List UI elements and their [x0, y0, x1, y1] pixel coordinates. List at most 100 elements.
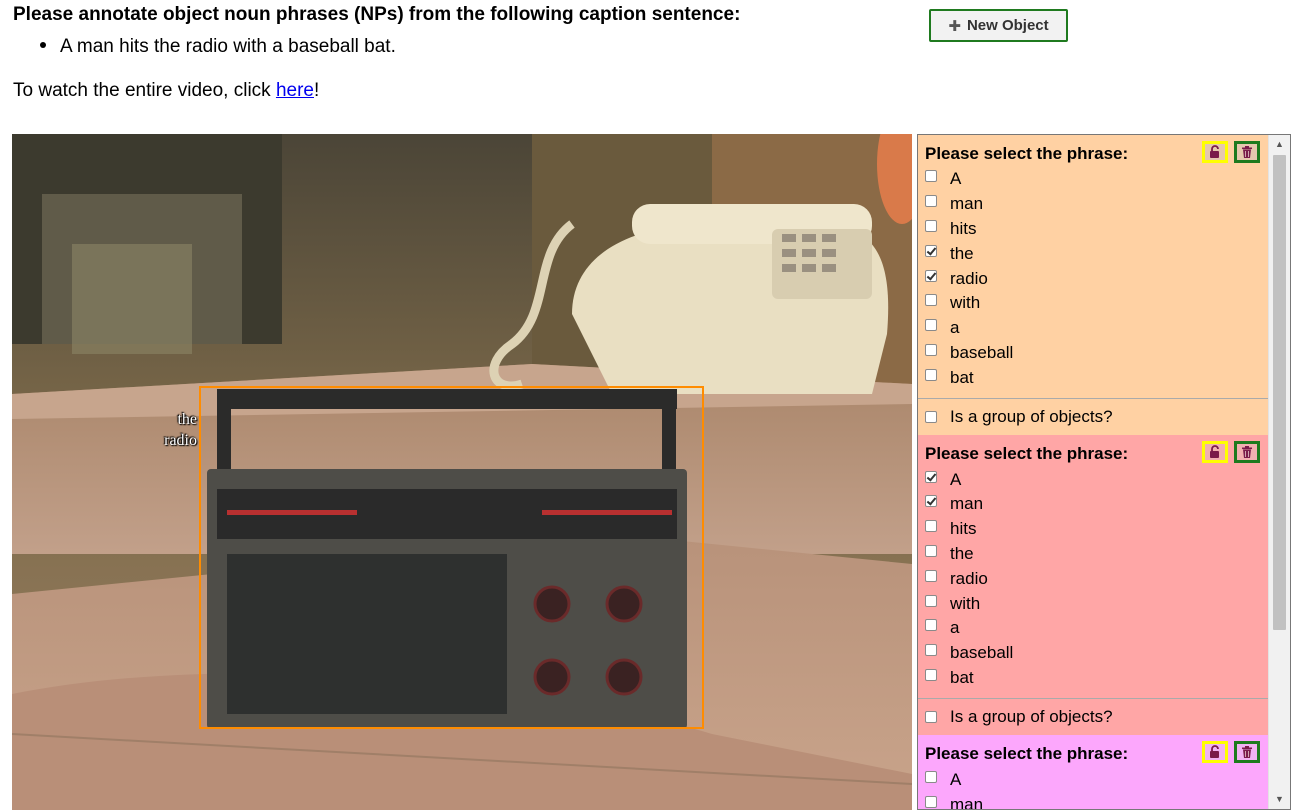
word-label: A [950, 469, 962, 489]
word-label: the [950, 543, 974, 563]
word-checkbox[interactable] [925, 195, 937, 208]
word-option[interactable]: with [925, 591, 1268, 616]
word-label: radio [950, 268, 988, 288]
word-checkbox[interactable] [925, 644, 937, 657]
watch-prefix: To watch the entire video, click [13, 80, 276, 101]
panel-scrollbar[interactable]: ▲ ▼ [1268, 135, 1290, 809]
word-option[interactable]: bat [925, 365, 1268, 390]
watch-video-text: To watch the entire video, click here! [13, 80, 319, 102]
word-checkbox[interactable] [925, 219, 937, 232]
word-option[interactable]: baseball [925, 341, 1268, 366]
scroll-down-arrow-icon[interactable]: ▼ [1269, 791, 1290, 808]
unlock-button[interactable] [1202, 141, 1228, 163]
word-checkbox[interactable] [925, 170, 937, 183]
word-option[interactable]: the [925, 241, 1268, 266]
unlock-button[interactable] [1202, 441, 1228, 464]
word-label: a [950, 618, 960, 638]
word-option[interactable]: radio [925, 266, 1268, 291]
object-annotation: Please select the phrase: [918, 435, 1268, 700]
bbox-label-line1: the [177, 411, 197, 428]
phrase-prompt: Please select the phrase: [925, 744, 1129, 764]
word-option[interactable]: man [925, 492, 1268, 517]
word-option[interactable]: A [925, 467, 1268, 492]
trash-icon [1242, 746, 1252, 759]
word-checkbox[interactable] [925, 319, 937, 332]
instruction-title: Please annotate object noun phrases (NPs… [13, 4, 741, 25]
unlock-icon [1210, 745, 1219, 759]
group-label: Is a group of objects? [950, 707, 1113, 727]
word-option[interactable]: man [925, 792, 1268, 810]
word-checkbox[interactable] [925, 544, 937, 557]
word-label: A [950, 769, 962, 789]
new-object-button[interactable]: ✚ New Object [929, 9, 1068, 42]
word-label: baseball [950, 643, 1014, 663]
word-option[interactable]: a [925, 316, 1268, 341]
word-label: hits [950, 218, 977, 238]
watch-video-link[interactable]: here [276, 80, 314, 101]
watch-suffix: ! [314, 80, 320, 101]
word-checkbox[interactable] [925, 368, 937, 381]
word-label: with [950, 293, 981, 313]
word-label: the [950, 243, 974, 263]
object-header: Please select the phrase: [918, 441, 1268, 465]
bounding-box[interactable] [199, 386, 704, 729]
caption-sentence: A man hits the radio with a baseball bat… [40, 36, 396, 58]
word-label: a [950, 318, 960, 338]
bounding-box-label: the radio [164, 409, 197, 451]
unlock-button[interactable] [1202, 741, 1228, 764]
word-checkbox[interactable] [925, 569, 937, 582]
delete-object-button[interactable] [1234, 741, 1260, 764]
word-label: man [950, 794, 984, 810]
phrase-prompt: Please select the phrase: [925, 444, 1129, 464]
word-option[interactable]: baseball [925, 641, 1268, 666]
caption-list: A man hits the radio with a baseball bat… [40, 36, 396, 58]
group-checkbox[interactable] [925, 411, 937, 424]
word-label: bat [950, 367, 974, 387]
object-annotation: Please select the phrase: [918, 135, 1268, 400]
trash-icon [1242, 146, 1252, 158]
group-of-objects-row[interactable]: Is a group of objects? [918, 399, 1268, 436]
word-option[interactable]: hits [925, 517, 1268, 542]
word-checkbox-list: Aman [918, 767, 1268, 810]
bbox-label-line2: radio [164, 432, 197, 449]
word-checkbox[interactable] [925, 470, 937, 483]
new-object-label: New Object [966, 17, 1049, 34]
word-label: with [950, 593, 981, 613]
object-annotation: Please select the phrase: [918, 735, 1268, 810]
word-checkbox[interactable] [925, 269, 937, 282]
word-checkbox[interactable] [925, 770, 937, 783]
word-option[interactable]: the [925, 542, 1268, 567]
word-checkbox[interactable] [925, 668, 937, 681]
word-checkbox[interactable] [925, 244, 937, 257]
video-frame[interactable]: the radio [12, 134, 912, 810]
word-checkbox[interactable] [925, 619, 937, 632]
word-checkbox[interactable] [925, 343, 937, 356]
word-option[interactable]: hits [925, 217, 1268, 242]
word-option[interactable]: with [925, 291, 1268, 316]
delete-object-button[interactable] [1234, 141, 1260, 163]
word-label: radio [950, 568, 988, 588]
word-checkbox[interactable] [925, 294, 937, 307]
group-checkbox[interactable] [925, 711, 937, 724]
annotation-panel[interactable]: Please select the phrase: A man hits the… [917, 134, 1291, 810]
word-option[interactable]: man [925, 192, 1268, 217]
unlock-icon [1210, 145, 1219, 158]
word-checkbox[interactable] [925, 495, 937, 508]
object-divider [918, 398, 1268, 400]
word-label: hits [950, 519, 977, 539]
group-of-objects-row[interactable]: Is a group of objects? [918, 699, 1268, 736]
word-option[interactable]: bat [925, 666, 1268, 691]
scroll-up-arrow-icon[interactable]: ▲ [1269, 136, 1290, 153]
object-header: Please select the phrase: [918, 741, 1268, 765]
word-option[interactable]: A [925, 767, 1268, 792]
word-checkbox-list: Aman hits the radio with a baseball bat [918, 467, 1268, 690]
word-option[interactable]: a [925, 616, 1268, 641]
word-checkbox[interactable] [925, 520, 937, 533]
word-checkbox[interactable] [925, 795, 937, 808]
delete-object-button[interactable] [1234, 441, 1260, 464]
word-option[interactable]: A [925, 167, 1268, 192]
object-header: Please select the phrase: [918, 141, 1268, 165]
word-checkbox[interactable] [925, 594, 937, 607]
word-option[interactable]: radio [925, 566, 1268, 591]
scroll-thumb[interactable] [1273, 155, 1286, 630]
